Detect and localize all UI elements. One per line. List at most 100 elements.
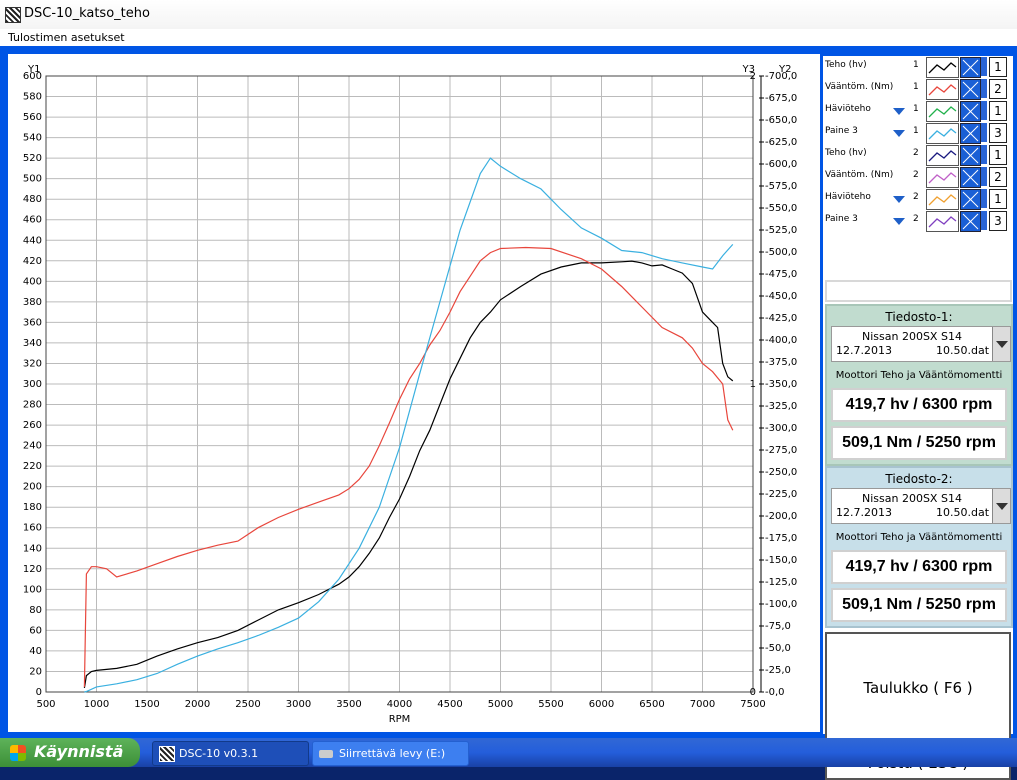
legend-swatch[interactable] (926, 101, 959, 122)
y2-tick-label: -25,0 (765, 665, 791, 676)
legend-swatch[interactable] (926, 79, 959, 100)
legend-swatch[interactable] (926, 57, 959, 78)
file1-filename: 10.50.dat (936, 344, 990, 357)
axis-spinner-icon[interactable] (981, 101, 987, 120)
series-line-1 (83, 246, 734, 687)
taskbar-item-dsc10[interactable]: DSC-10 v0.3.1 (152, 741, 309, 766)
legend-swatch[interactable] (926, 211, 959, 232)
plot-area: 500 1000 1500 2000 2500 3000 3500 4000 4500 5000 5… (8, 54, 820, 732)
file1-power: 419,7 hv / 6300 rpm (831, 388, 1007, 422)
file1-header: Tiedosto-1: (885, 310, 953, 324)
y1-tick-label: 240 (23, 441, 42, 452)
blank-field (825, 280, 1012, 302)
dropdown-arrow-icon[interactable] (893, 130, 905, 137)
hide-series-icon[interactable] (960, 123, 981, 144)
y3-axis-label: Y3 (742, 64, 755, 75)
taskbar-item-removable-disk[interactable]: Siirrettävä levy (E:) (312, 741, 469, 766)
hide-series-icon[interactable] (960, 145, 981, 166)
legend-swatch[interactable] (926, 189, 959, 210)
axis-spinner-icon[interactable] (981, 123, 987, 142)
chevron-down-icon[interactable] (992, 327, 1010, 361)
legend-file-number: 1 (913, 82, 919, 92)
y2-tick-label: -250,0 (765, 467, 797, 478)
y1-tick-label: 520 (23, 153, 42, 164)
axis-spinner-icon[interactable] (981, 211, 987, 230)
legend-swatch[interactable] (926, 145, 959, 166)
chevron-down-icon[interactable] (992, 489, 1010, 523)
legend-axis-number[interactable]: 2 (989, 79, 1007, 99)
y2-tick-label: -675,0 (765, 93, 797, 104)
axis-spinner-icon[interactable] (981, 189, 987, 208)
menu-bar: Tulostimen asetukset (0, 29, 1017, 46)
legend-file-number: 2 (913, 148, 919, 158)
side-panel: Teho (hv) 1 1 Vääntöm. (Nm) 1 2 Häviöteho 1 1 Pai… (823, 56, 1013, 780)
file2-filename: 10.50.dat (936, 506, 990, 519)
y1-tick-label: 300 (23, 379, 42, 390)
legend-file-number: 1 (913, 104, 919, 114)
legend-axis-number[interactable]: 3 (989, 211, 1007, 231)
y1-tick-label: 140 (23, 543, 42, 554)
legend-row: Teho (hv) 1 1 (823, 56, 1013, 78)
legend-axis-number[interactable]: 1 (989, 57, 1007, 77)
y2-tick-label: -75,0 (765, 621, 791, 632)
hide-series-icon[interactable] (960, 189, 981, 210)
file2-header: Tiedosto-2: (885, 472, 953, 486)
legend-file-number: 2 (913, 170, 919, 180)
x-tick-label: 2000 (185, 699, 210, 710)
legend-row: Häviöteho 1 1 (823, 100, 1013, 122)
legend-file-number: 2 (913, 192, 919, 202)
hide-series-icon[interactable] (960, 79, 981, 100)
legend-name: Vääntöm. (Nm) (825, 170, 894, 180)
file2-panel: Tiedosto-2: Nissan 200SX S14 12.7.2013 1… (825, 466, 1013, 628)
file1-select[interactable]: Nissan 200SX S14 12.7.2013 10.50.dat (831, 326, 1011, 362)
y2-tick-label: -550,0 (765, 203, 797, 214)
axis-spinner-icon[interactable] (981, 145, 987, 164)
legend-swatch[interactable] (926, 167, 959, 188)
y1-tick-label: 460 (23, 215, 42, 226)
legend-axis-number[interactable]: 1 (989, 189, 1007, 209)
menu-print-settings[interactable]: Tulostimen asetukset (8, 31, 125, 44)
y1-tick-label: 360 (23, 317, 42, 328)
hide-series-icon[interactable] (960, 101, 981, 122)
hide-series-icon[interactable] (960, 167, 981, 188)
start-button[interactable]: Käynnistä (0, 738, 140, 767)
x-tick-label: 1500 (134, 699, 159, 710)
legend-name: Teho (hv) (825, 60, 867, 70)
legend-axis-number[interactable]: 3 (989, 123, 1007, 143)
y1-tick-label: 260 (23, 420, 42, 431)
legend-name: Teho (hv) (825, 148, 867, 158)
y1-tick-label: 280 (23, 400, 42, 411)
x-tick-label: 7000 (690, 699, 715, 710)
y2-tick-label: -125,0 (765, 577, 797, 588)
dropdown-arrow-icon[interactable] (893, 108, 905, 115)
axis-spinner-icon[interactable] (981, 167, 987, 186)
start-label: Käynnistä (34, 742, 124, 761)
x-tick-label: 500 (36, 699, 55, 710)
file2-select[interactable]: Nissan 200SX S14 12.7.2013 10.50.dat (831, 488, 1011, 524)
legend-axis-number[interactable]: 2 (989, 167, 1007, 187)
app-frame: 500 1000 1500 2000 2500 3000 3500 4000 4500 5000 5… (0, 46, 1017, 780)
y1-tick-label: 500 (23, 174, 42, 185)
y1-tick-label: 180 (23, 502, 42, 513)
drive-icon (319, 750, 333, 758)
axis-spinner-icon[interactable] (981, 79, 987, 98)
axis-spinner-icon[interactable] (981, 57, 987, 76)
legend-axis-number[interactable]: 1 (989, 145, 1007, 165)
dropdown-arrow-icon[interactable] (893, 196, 905, 203)
x-tick-label: 5500 (538, 699, 563, 710)
hide-series-icon[interactable] (960, 211, 981, 232)
hide-series-icon[interactable] (960, 57, 981, 78)
x-tick-label: 5000 (488, 699, 513, 710)
file2-caption: Moottori Teho ja Vääntömomentti (835, 532, 1003, 543)
table-button[interactable]: Taulukko ( F6 ) (825, 632, 1011, 744)
legend-name: Häviöteho (825, 104, 871, 114)
legend-axis-number[interactable]: 1 (989, 101, 1007, 121)
x-tick-label: 4500 (437, 699, 462, 710)
legend-swatch[interactable] (926, 123, 959, 144)
legend-file-number: 1 (913, 126, 919, 136)
legend-name: Vääntöm. (Nm) (825, 82, 894, 92)
y1-tick-label: 60 (29, 625, 42, 636)
dropdown-arrow-icon[interactable] (893, 218, 905, 225)
x-tick-label: 6500 (639, 699, 664, 710)
legend-row: Häviöteho 2 1 (823, 188, 1013, 210)
